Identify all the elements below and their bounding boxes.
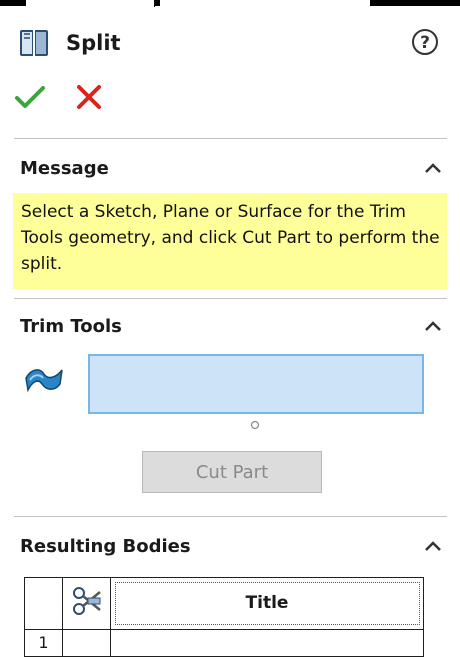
table-header-row: Title (24, 577, 424, 630)
property-manager-header: Split ? (18, 24, 448, 64)
divider (14, 516, 447, 517)
resulting-bodies-table: Title 1 (24, 577, 424, 658)
chevron-up-icon[interactable] (420, 536, 446, 556)
resize-handle-icon[interactable] (250, 420, 260, 430)
scissors-icon (72, 586, 101, 615)
surface-trim-tool-icon (25, 369, 63, 393)
divider (14, 138, 447, 139)
trim-tools-selection-box[interactable] (88, 354, 424, 414)
help-icon[interactable]: ? (410, 27, 440, 57)
toolbar-tab (26, 0, 155, 7)
green-checkmark-icon[interactable] (14, 82, 46, 112)
chevron-up-icon[interactable] (420, 158, 446, 178)
trim-tools-section-title: Trim Tools (20, 316, 122, 337)
split-feature-icon (20, 29, 48, 57)
message-box: Select a Sketch, Plane or Surface for th… (13, 193, 447, 289)
message-section-title: Message (20, 158, 109, 179)
svg-text:?: ? (420, 33, 430, 53)
toolbar-tab (160, 0, 370, 7)
divider (14, 298, 447, 299)
row-number: 1 (24, 628, 63, 658)
row-icon-cell[interactable] (62, 628, 111, 658)
top-toolbar-strip (0, 0, 460, 10)
row-title-cell[interactable] (110, 628, 424, 658)
feature-title: Split (66, 31, 121, 55)
message-text: Select a Sketch, Plane or Surface for th… (21, 202, 440, 274)
cut-part-button[interactable]: Cut Part (142, 451, 322, 493)
resulting-bodies-section-title: Resulting Bodies (20, 536, 191, 557)
chevron-up-icon[interactable] (420, 316, 446, 336)
title-column-header[interactable]: Title (110, 577, 424, 630)
table-icon-header[interactable] (62, 577, 111, 630)
table-row[interactable]: 1 (24, 628, 424, 658)
table-corner-cell (24, 577, 63, 630)
red-x-icon[interactable] (74, 82, 104, 112)
